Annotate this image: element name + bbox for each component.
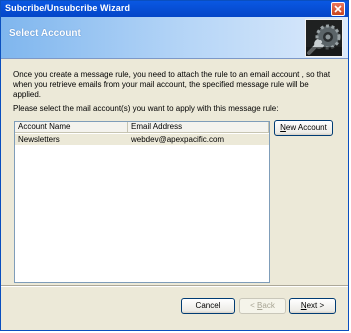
new-account-label: ew Account — [285, 123, 327, 132]
account-list[interactable]: Account Name Email Address Newsletters w… — [14, 121, 270, 283]
new-account-button[interactable]: New Account — [274, 120, 333, 136]
title-bar[interactable]: Subcribe/Unsubcribe Wizard — [1, 1, 348, 17]
back-label: ack — [262, 301, 275, 310]
intro-text: Once you create a message rule, you need… — [13, 70, 331, 99]
divider — [1, 285, 348, 287]
column-header-email-address[interactable]: Email Address — [128, 122, 269, 133]
column-header-account-name[interactable]: Account Name — [15, 122, 128, 133]
back-button[interactable]: < Back — [239, 298, 286, 314]
close-icon — [334, 5, 342, 13]
instruction-text: Please select the mail account(s) you wa… — [13, 104, 279, 113]
next-label: ext > — [306, 301, 325, 310]
back-prefix: < — [250, 301, 258, 310]
account-name-cell: Newsletters — [18, 135, 60, 144]
next-button[interactable]: Next > — [289, 298, 336, 314]
close-button[interactable] — [331, 2, 345, 16]
window-title: Subcribe/Unsubcribe Wizard — [5, 3, 131, 13]
list-item[interactable]: Newsletters webdev@apexpacific.com — [15, 134, 269, 145]
list-header: Account Name Email Address — [15, 122, 269, 133]
page-title: Select Account — [9, 28, 81, 39]
wizard-header: Select Account — [1, 17, 348, 59]
email-address-cell: webdev@apexpacific.com — [131, 135, 225, 144]
cancel-button[interactable]: Cancel — [181, 298, 235, 314]
gear-wrench-icon — [305, 19, 343, 57]
wizard-window: Subcribe/Unsubcribe Wizard Select Accoun… — [0, 0, 349, 331]
